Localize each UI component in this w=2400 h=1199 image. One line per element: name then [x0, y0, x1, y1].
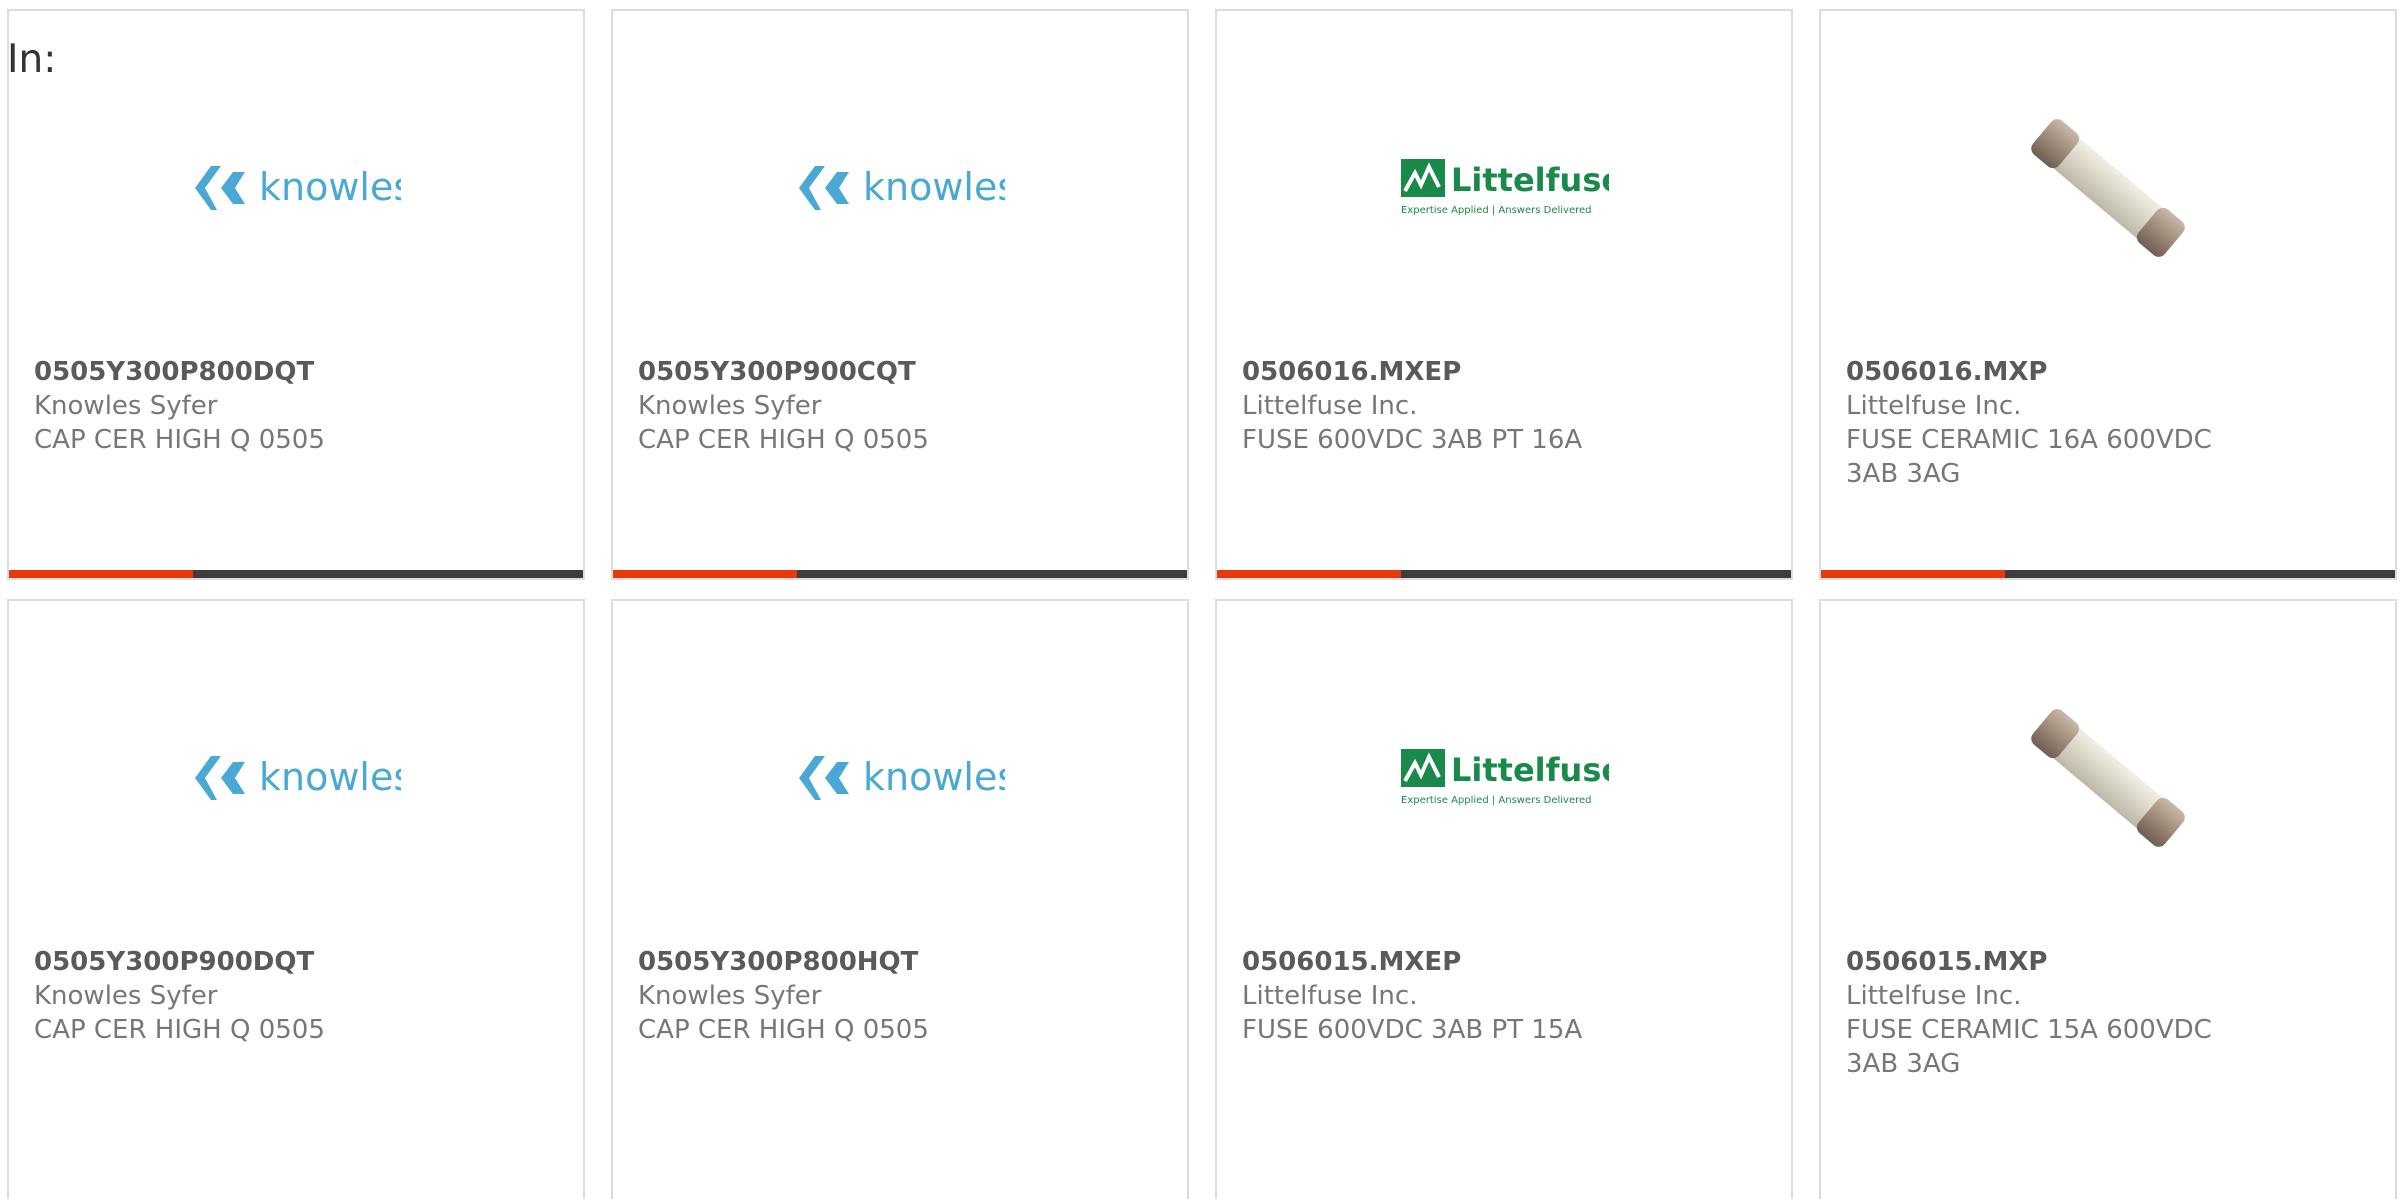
product-card[interactable]: knowles 0505Y300P900CQT Knowles Syfer CA…	[611, 9, 1189, 580]
progress-fill	[9, 570, 193, 578]
progress-fill	[1217, 570, 1401, 578]
product-card[interactable]: 0506015.MXP Littelfuse Inc. FUSE CERAMIC…	[1819, 599, 2397, 1199]
description: FUSE CERAMIC 15A 600VDC 3AB 3AG	[1846, 1015, 2212, 1079]
svg-text:Littelfuse: Littelfuse	[1451, 161, 1609, 199]
part-number-link[interactable]: 0506016.MXEP	[1242, 355, 1661, 389]
part-number-link[interactable]: 0505Y300P900DQT	[34, 945, 453, 979]
manufacturer: Littelfuse Inc.	[1242, 981, 1418, 1011]
part-number-link[interactable]: 0505Y300P800DQT	[34, 355, 453, 389]
manufacturer: Littelfuse Inc.	[1846, 391, 2022, 421]
product-card[interactable]: knowles 0505Y300P900DQT Knowles Syfer CA…	[7, 599, 585, 1199]
progress-fill	[1821, 570, 2005, 578]
description: CAP CER HIGH Q 0505	[638, 425, 929, 455]
svg-text:Littelfuse: Littelfuse	[1451, 751, 1609, 789]
product-card[interactable]: Littelfuse Expertise Applied | Answers D…	[1215, 599, 1793, 1199]
ceramic-fuse-photo	[1821, 73, 2395, 303]
product-card[interactable]: 0506016.MXP Littelfuse Inc. FUSE CERAMIC…	[1819, 9, 2397, 580]
description: CAP CER HIGH Q 0505	[34, 425, 325, 455]
svg-text:knowles: knowles	[863, 755, 1005, 799]
manufacturer: Knowles Syfer	[34, 391, 218, 421]
product-card[interactable]: knowles 0505Y300P800HQT Knowles Syfer CA…	[611, 599, 1189, 1199]
part-number-link[interactable]: 0505Y300P800HQT	[638, 945, 1057, 979]
product-card[interactable]: Littelfuse Expertise Applied | Answers D…	[1215, 9, 1793, 580]
description: CAP CER HIGH Q 0505	[638, 1015, 929, 1045]
description: CAP CER HIGH Q 0505	[34, 1015, 325, 1045]
filter-label: In:	[7, 37, 57, 82]
knowles-logo: knowles	[613, 73, 1187, 303]
manufacturer: Littelfuse Inc.	[1242, 391, 1418, 421]
description: FUSE 600VDC 3AB PT 16A	[1242, 425, 1583, 455]
svg-text:knowles: knowles	[259, 755, 401, 799]
product-card[interactable]: knowles 0505Y300P800DQT Knowles Syfer CA…	[7, 9, 585, 580]
manufacturer: Knowles Syfer	[34, 981, 218, 1011]
manufacturer: Knowles Syfer	[638, 391, 822, 421]
part-number-link[interactable]: 0505Y300P900CQT	[638, 355, 1057, 389]
littelfuse-logo: Littelfuse Expertise Applied | Answers D…	[1217, 663, 1791, 893]
part-number-link[interactable]: 0506015.MXP	[1846, 945, 2265, 979]
svg-text:Expertise Applied | Answers De: Expertise Applied | Answers Delivered	[1401, 205, 1592, 216]
progress-bar	[9, 570, 583, 578]
knowles-logo: knowles	[9, 663, 583, 893]
svg-text:knowles: knowles	[863, 165, 1005, 209]
manufacturer: Littelfuse Inc.	[1846, 981, 2022, 1011]
part-number-link[interactable]: 0506016.MXP	[1846, 355, 2265, 389]
progress-bar	[613, 570, 1187, 578]
description: FUSE 600VDC 3AB PT 15A	[1242, 1015, 1583, 1045]
littelfuse-logo: Littelfuse Expertise Applied | Answers D…	[1217, 73, 1791, 303]
part-number-link[interactable]: 0506015.MXEP	[1242, 945, 1661, 979]
manufacturer: Knowles Syfer	[638, 981, 822, 1011]
svg-text:Expertise Applied | Answers De: Expertise Applied | Answers Delivered	[1401, 795, 1592, 806]
progress-bar	[1217, 570, 1791, 578]
ceramic-fuse-photo	[1821, 663, 2395, 893]
knowles-logo: knowles	[9, 73, 583, 303]
svg-text:knowles: knowles	[259, 165, 401, 209]
progress-bar	[1821, 570, 2395, 578]
progress-fill	[613, 570, 797, 578]
knowles-logo: knowles	[613, 663, 1187, 893]
description: FUSE CERAMIC 16A 600VDC 3AB 3AG	[1846, 425, 2212, 489]
